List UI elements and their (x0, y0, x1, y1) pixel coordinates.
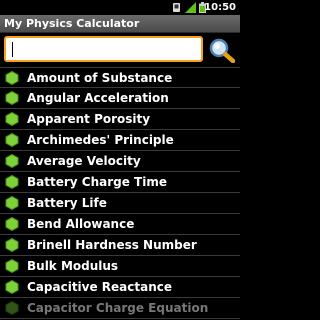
list-item-label: Archimedes' Principle (27, 133, 174, 147)
usb-debug-icon (173, 3, 180, 12)
list-item-label: Apparent Porosity (27, 112, 151, 126)
hexagon-bullet-icon (5, 91, 19, 105)
list-item-label: Brinell Hardness Number (27, 238, 197, 252)
hexagon-bullet-icon (5, 133, 19, 147)
list-item[interactable]: Average Velocity (0, 151, 240, 172)
text-caret (12, 42, 13, 57)
list-item-label: Bulk Modulus (27, 259, 119, 273)
list-item[interactable]: Capacitor Charge Equation (0, 298, 240, 319)
list-item[interactable]: Bend Allowance (0, 214, 240, 235)
hexagon-bullet-icon (5, 280, 19, 294)
list-item-label: Angular Acceleration (27, 91, 169, 105)
list-item[interactable]: Amount of Substance (0, 67, 240, 88)
list-item-label: Bend Allowance (27, 217, 135, 231)
list-item[interactable]: Brinell Hardness Number (0, 235, 240, 256)
list-item[interactable]: Battery Charge Time (0, 172, 240, 193)
formula-list: Amount of Substance Angular Acceleration… (0, 67, 240, 320)
list-item-label: Capacitive Reactance (27, 280, 173, 294)
app-title: My Physics Calculator (4, 17, 140, 30)
search-area (0, 33, 240, 67)
list-item-label: Battery Charge Time (27, 175, 167, 189)
hexagon-bullet-icon (5, 238, 19, 252)
list-item[interactable]: Angular Acceleration (0, 88, 240, 109)
hexagon-bullet-icon (5, 112, 19, 126)
hexagon-bullet-icon (5, 196, 19, 210)
list-item[interactable]: Archimedes' Principle (0, 130, 240, 151)
title-bar: My Physics Calculator (0, 15, 240, 33)
search-button[interactable] (207, 37, 237, 64)
hexagon-bullet-icon (5, 217, 19, 231)
list-item[interactable]: Bulk Modulus (0, 256, 240, 277)
status-bar: 10:50 (0, 0, 240, 15)
signal-icon (185, 2, 196, 13)
hexagon-bullet-icon (5, 154, 19, 168)
list-item-label: Battery Life (27, 196, 107, 210)
magnifier-icon (209, 38, 236, 64)
list-item[interactable]: Apparent Porosity (0, 109, 240, 130)
hexagon-bullet-icon (5, 301, 19, 315)
clock: 10:50 (204, 2, 236, 13)
list-item[interactable]: Battery Life (0, 193, 240, 214)
list-item-label: Amount of Substance (27, 70, 173, 85)
search-input[interactable] (4, 36, 203, 62)
hexagon-bullet-icon (5, 70, 19, 85)
status-icons (171, 2, 206, 13)
list-item-label: Capacitor Charge Equation (27, 301, 209, 315)
hexagon-bullet-icon (5, 259, 19, 273)
hexagon-bullet-icon (5, 175, 19, 189)
list-item-label: Average Velocity (27, 154, 141, 168)
list-item[interactable]: Capacitive Reactance (0, 277, 240, 298)
